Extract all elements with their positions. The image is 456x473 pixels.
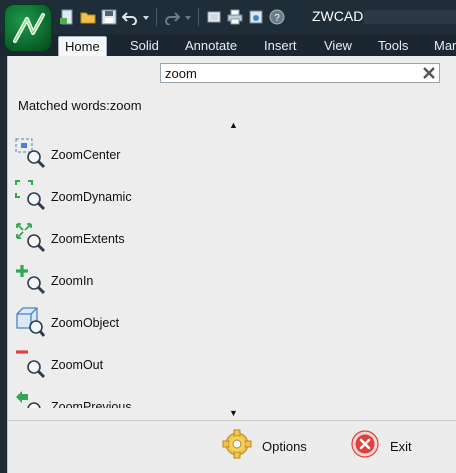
tab-annotate[interactable]: Annotate [179, 36, 243, 56]
undo-dropdown-icon[interactable] [142, 8, 150, 26]
result-label: ZoomPrevious [51, 400, 132, 408]
open-folder-icon[interactable] [79, 8, 97, 26]
clear-search-icon[interactable] [422, 66, 436, 80]
zoom-in-icon [15, 264, 46, 296]
matched-term: zoom [109, 98, 142, 113]
tab-view[interactable]: View [318, 36, 358, 56]
scroll-up-arrow-icon[interactable]: ▲ [229, 120, 238, 130]
search-input[interactable] [161, 64, 411, 82]
command-search-panel: Matched words:zoom ▲ ZoomCenter [7, 56, 456, 473]
search-field[interactable] [160, 63, 440, 83]
result-zoom-extents[interactable]: ZoomExtents [8, 218, 448, 260]
zoom-extents-icon [15, 222, 46, 254]
tab-solid[interactable]: Solid [124, 36, 165, 56]
result-zoom-out[interactable]: ZoomOut [8, 344, 448, 386]
app-title: ZWCAD [312, 8, 364, 24]
exit-label: Exit [390, 438, 412, 454]
plot-preview-icon[interactable] [205, 8, 223, 26]
tab-tools[interactable]: Tools [372, 36, 414, 56]
result-zoom-in[interactable]: ZoomIn [8, 260, 448, 302]
print-icon[interactable] [226, 8, 244, 26]
scroll-down-arrow-icon[interactable]: ▼ [229, 408, 238, 418]
zoom-center-icon [15, 138, 46, 170]
tab-home[interactable]: Home [58, 36, 107, 56]
zoom-object-icon [15, 306, 46, 338]
exit-icon [350, 429, 380, 464]
ribbon-tab-bar: Home Solid Annotate Insert View Tools Ma… [0, 34, 456, 56]
result-label: ZoomObject [51, 316, 120, 330]
svg-text:?: ? [274, 13, 280, 24]
help-icon[interactable]: ? [268, 8, 286, 26]
tab-insert[interactable]: Insert [258, 36, 303, 56]
redo-dropdown-icon[interactable] [184, 8, 192, 26]
result-zoom-dynamic[interactable]: ZoomDynamic [8, 176, 448, 218]
title-bar: ? ZWCAD [0, 0, 456, 34]
exit-button[interactable]: Exit [350, 429, 412, 464]
result-label: ZoomExtents [51, 232, 125, 246]
quick-access-toolbar: ? [58, 6, 286, 28]
tab-more[interactable]: Mar [428, 36, 456, 56]
title-document-name [364, 10, 456, 24]
options-label: Options [262, 438, 307, 454]
result-zoom-center[interactable]: ZoomCenter [8, 134, 448, 176]
matched-prefix: Matched words: [18, 98, 110, 113]
options-button[interactable]: Options [222, 429, 307, 464]
panel-footer: Options Exit [8, 420, 456, 473]
zoom-out-icon [15, 348, 46, 380]
publish-icon[interactable] [247, 8, 265, 26]
results-list: ZoomCenter ZoomDynamic ZoomExtents ZoomI… [8, 134, 456, 408]
result-label: ZoomOut [51, 358, 104, 372]
result-label: ZoomCenter [51, 148, 121, 162]
result-label: ZoomIn [51, 274, 94, 288]
result-label: ZoomDynamic [51, 190, 132, 204]
app-logo[interactable] [4, 4, 52, 52]
result-zoom-previous[interactable]: ZoomPrevious [8, 386, 448, 408]
gear-icon [222, 429, 252, 464]
zoom-dynamic-icon [15, 180, 46, 212]
undo-icon[interactable] [121, 8, 139, 26]
save-icon[interactable] [100, 8, 118, 26]
redo-icon[interactable] [163, 8, 181, 26]
new-file-icon[interactable] [58, 8, 76, 26]
result-zoom-object[interactable]: ZoomObject [8, 302, 448, 344]
matched-words-text: Matched words:zoom [18, 98, 142, 113]
zoom-previous-icon [15, 390, 45, 408]
